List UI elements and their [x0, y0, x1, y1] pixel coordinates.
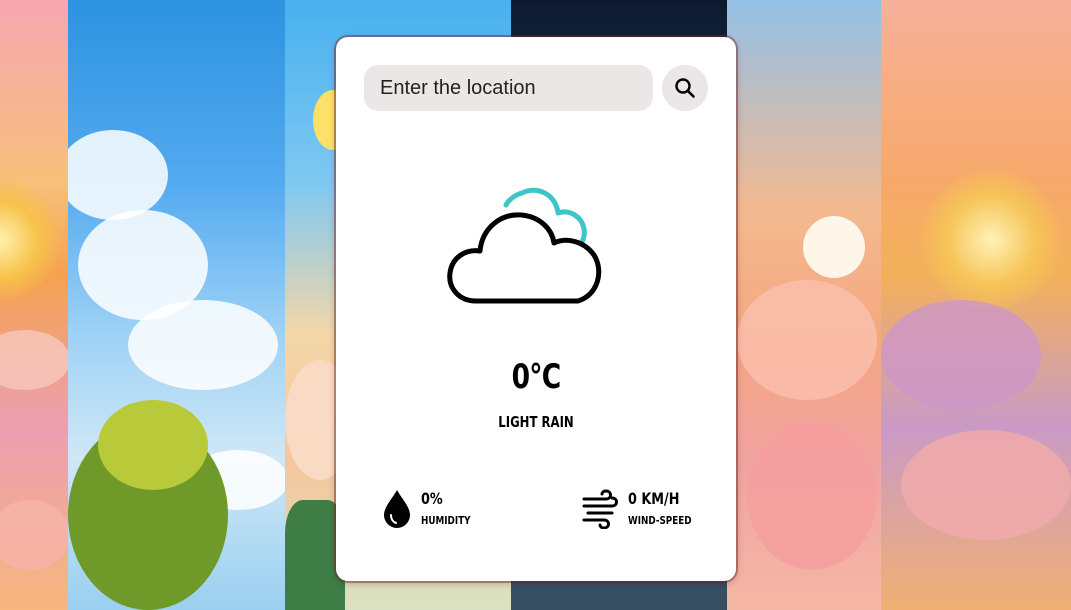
search-button[interactable] — [662, 65, 708, 111]
humidity-value: 0% — [421, 489, 443, 508]
wind-icon — [582, 489, 618, 529]
location-search-input[interactable] — [364, 65, 653, 111]
background-panel-sunset-left — [0, 0, 68, 610]
wind-speed-value: 0 KM/H — [628, 489, 680, 508]
temperature-value: 0°C — [511, 357, 562, 397]
cloud-icon — [447, 187, 602, 304]
humidity-stat: 0% HUMIDITY — [382, 489, 542, 533]
weather-card: 0°C LIGHT RAIN 0% HUMIDITY 0 KM/H WIND-S… — [336, 37, 736, 581]
background-panel-sunset-right — [881, 0, 1071, 610]
search-bar — [364, 65, 708, 111]
humidity-label: HUMIDITY — [421, 514, 471, 527]
wind-speed-label: WIND-SPEED — [628, 514, 692, 527]
search-icon — [675, 78, 695, 98]
wind-stat: 0 KM/H WIND-SPEED — [582, 489, 732, 533]
background-panel-dusk — [727, 0, 881, 610]
weather-condition: LIGHT RAIN — [498, 413, 574, 431]
background-panel-day-sky — [68, 0, 285, 610]
water-drop-icon — [384, 490, 410, 528]
